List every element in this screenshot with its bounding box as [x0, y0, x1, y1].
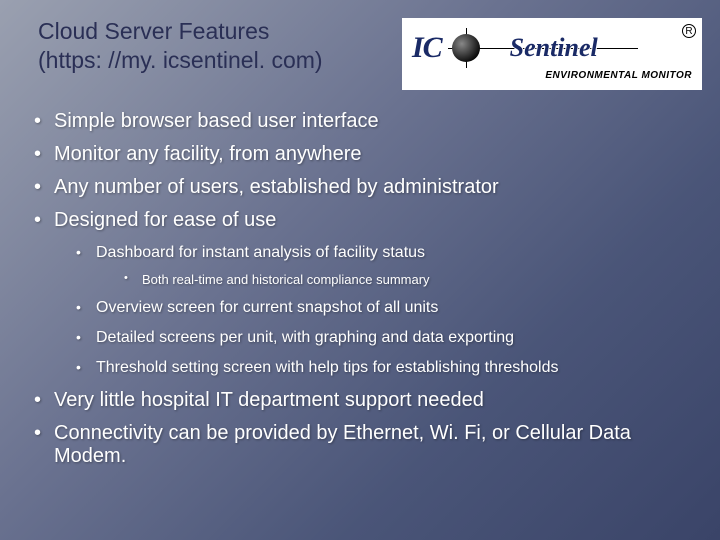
- logo: IC Sentinel R ENVIRONMENTAL MONITOR: [402, 18, 702, 90]
- sub-bullet-item: Dashboard for instant analysis of facili…: [74, 244, 690, 287]
- sub-bullet-list: Dashboard for instant analysis of facili…: [74, 244, 690, 377]
- bullet-text: Monitor any facility, from anywhere: [54, 143, 362, 165]
- subsub-bullet-list: Both real-time and historical compliance…: [122, 272, 690, 287]
- sub-bullet-text: Dashboard for instant analysis of facili…: [96, 244, 425, 261]
- bullet-text: Very little hospital IT department suppo…: [54, 389, 484, 411]
- sub-bullet-item: Overview screen for current snapshot of …: [74, 299, 690, 317]
- sub-bullet-text: Threshold setting screen with help tips …: [96, 359, 558, 376]
- bullet-list: Simple browser based user interface Moni…: [0, 90, 720, 468]
- title-line2: (https: //my. icsentinel. com): [38, 47, 323, 74]
- bullet-item: Designed for ease of use Dashboard for i…: [30, 209, 690, 377]
- bullet-text: Designed for ease of use: [54, 209, 276, 231]
- sub-bullet-text: Detailed screens per unit, with graphing…: [96, 329, 514, 346]
- logo-ic-text: IC: [412, 31, 442, 65]
- bullet-text: Any number of users, established by admi…: [54, 176, 499, 198]
- sphere-icon: [452, 34, 480, 62]
- slide-header: Cloud Server Features (https: //my. icse…: [0, 0, 720, 90]
- bullet-item: Any number of users, established by admi…: [30, 176, 690, 199]
- title-line1: Cloud Server Features: [38, 18, 323, 45]
- subsub-bullet-text: Both real-time and historical compliance…: [142, 272, 430, 287]
- logo-tagline: ENVIRONMENTAL MONITOR: [412, 70, 692, 81]
- sub-bullet-item: Detailed screens per unit, with graphing…: [74, 329, 690, 347]
- title-block: Cloud Server Features (https: //my. icse…: [38, 18, 323, 74]
- bullet-item: Connectivity can be provided by Ethernet…: [30, 422, 690, 468]
- subsub-bullet-item: Both real-time and historical compliance…: [122, 272, 690, 287]
- bullet-text: Connectivity can be provided by Ethernet…: [54, 422, 631, 467]
- sub-bullet-text: Overview screen for current snapshot of …: [96, 299, 438, 316]
- registered-icon: R: [682, 24, 696, 38]
- bullet-item: Monitor any facility, from anywhere: [30, 143, 690, 166]
- bullet-item: Very little hospital IT department suppo…: [30, 389, 690, 412]
- bullet-item: Simple browser based user interface: [30, 110, 690, 133]
- logo-sentinel-graphic: Sentinel: [448, 28, 638, 68]
- logo-sentinel-text: Sentinel: [510, 33, 598, 63]
- bullet-text: Simple browser based user interface: [54, 110, 379, 132]
- sub-bullet-item: Threshold setting screen with help tips …: [74, 359, 690, 377]
